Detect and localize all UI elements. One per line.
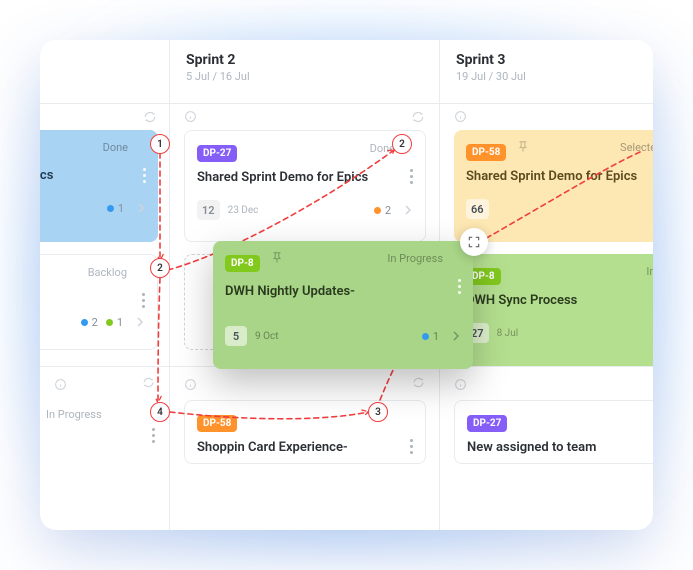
card-status: Selected for De… xyxy=(620,141,653,154)
card-status: Backlog xyxy=(88,266,127,279)
dot-count: 1 xyxy=(433,330,439,343)
issue-card[interactable]: Backlog 2 1 xyxy=(40,254,158,350)
dot-count: 2 xyxy=(92,316,98,329)
card-date: 9 Oct xyxy=(255,331,279,342)
card-title: DWH Sync Process xyxy=(466,293,653,308)
chevron-right-icon[interactable] xyxy=(451,331,461,341)
link-node[interactable]: 2 xyxy=(392,134,412,154)
refresh-icon[interactable] xyxy=(142,376,155,392)
column-0: Done for Epics 1 Backlog xyxy=(40,40,170,530)
link-node[interactable]: 3 xyxy=(368,402,388,422)
issue-card-dragging[interactable]: DP-8 In Progress DWH Nightly Updates- 5 … xyxy=(213,241,473,369)
column-header: Sprint 3 19 Jul / 30 Jul xyxy=(440,40,653,104)
pin-icon[interactable] xyxy=(270,251,284,265)
column-header: Sprint 2 5 Jul / 16 Jul xyxy=(170,40,439,104)
link-node[interactable]: 2 xyxy=(150,258,170,278)
status-dot xyxy=(422,333,429,340)
dot-count: 2 xyxy=(385,204,391,217)
card-title: DWH Nightly Updates- xyxy=(225,284,461,299)
card-date: 23 Dec xyxy=(228,205,259,216)
card-status: In Progress xyxy=(646,265,653,278)
count-badge: 12 xyxy=(197,200,220,220)
refresh-icon[interactable] xyxy=(143,110,157,124)
issue-card[interactable]: DP-27 Closed New assigned to team xyxy=(454,400,653,464)
kebab-icon[interactable] xyxy=(138,160,150,190)
card-title: Shared Sprint Demo for Epics xyxy=(197,170,413,185)
info-icon[interactable] xyxy=(454,110,467,123)
status-dot xyxy=(106,319,113,326)
issue-card[interactable]: DP-8 In Progress DWH Sync Process 27 8 J… xyxy=(454,254,653,366)
info-icon[interactable] xyxy=(184,378,197,391)
kebab-icon[interactable] xyxy=(137,285,149,315)
section-header-row xyxy=(440,372,653,396)
chevron-right-icon[interactable] xyxy=(135,317,145,327)
column-title: Sprint 3 xyxy=(456,52,637,68)
refresh-icon[interactable] xyxy=(411,110,425,124)
status-dot xyxy=(81,319,88,326)
issue-card[interactable]: DP-58 Shoppin Card Experience- xyxy=(184,400,426,464)
issue-tag: DP-58 xyxy=(197,415,237,432)
issue-tag: DP-27 xyxy=(197,145,237,162)
section-divider xyxy=(440,366,653,367)
card-date: 8 Jul xyxy=(497,328,519,339)
count-badge: 5 xyxy=(225,326,247,346)
info-icon[interactable] xyxy=(54,378,67,391)
column-header xyxy=(40,40,169,104)
kebab-icon[interactable] xyxy=(405,431,417,461)
status-dot xyxy=(107,205,114,212)
kebab-icon[interactable] xyxy=(453,271,465,301)
count-badge: 66 xyxy=(466,199,489,219)
section-divider xyxy=(40,366,169,367)
info-icon[interactable] xyxy=(184,110,197,123)
refresh-icon[interactable] xyxy=(412,376,425,392)
issue-tag: DP-58 xyxy=(466,144,506,161)
column-dates: 19 Jul / 30 Jul xyxy=(456,70,637,83)
card-status: Done xyxy=(103,141,128,154)
pin-icon[interactable] xyxy=(516,140,530,154)
section-header-row xyxy=(40,372,169,396)
issue-tag: DP-27 xyxy=(467,415,507,432)
issue-card[interactable]: Done for Epics 1 xyxy=(40,130,158,242)
status-dot xyxy=(374,207,381,214)
sprint-board: Done for Epics 1 Backlog xyxy=(40,40,653,530)
chevron-right-icon[interactable] xyxy=(403,205,413,215)
info-icon[interactable] xyxy=(454,378,467,391)
dot-count: 1 xyxy=(117,316,123,329)
link-node[interactable]: 1 xyxy=(150,134,170,154)
dot-count: 1 xyxy=(118,202,124,215)
card-status: In Progress xyxy=(387,252,443,265)
card-title: New assigned to team xyxy=(467,440,653,455)
issue-card[interactable]: DP-27 Done Shared Sprint Demo for Epics … xyxy=(184,130,426,242)
link-node[interactable]: 4 xyxy=(150,402,170,422)
card-title: for Epics xyxy=(40,168,146,183)
section-header-row xyxy=(170,372,439,396)
chevron-right-icon[interactable] xyxy=(136,203,146,213)
expand-button[interactable] xyxy=(460,228,488,256)
column-title: Sprint 2 xyxy=(186,52,423,68)
kebab-icon[interactable] xyxy=(405,161,417,191)
kebab-icon[interactable] xyxy=(147,420,159,450)
card-title: Shared Sprint Demo for Epics xyxy=(466,169,653,184)
card-status: In Progress xyxy=(46,408,102,421)
issue-card[interactable]: DP-58 Selected for De… Shared Sprint Dem… xyxy=(454,130,653,242)
column-dates: 5 Jul / 16 Jul xyxy=(186,70,423,83)
card-title: Shoppin Card Experience- xyxy=(197,440,413,455)
issue-tag: DP-8 xyxy=(225,255,260,272)
